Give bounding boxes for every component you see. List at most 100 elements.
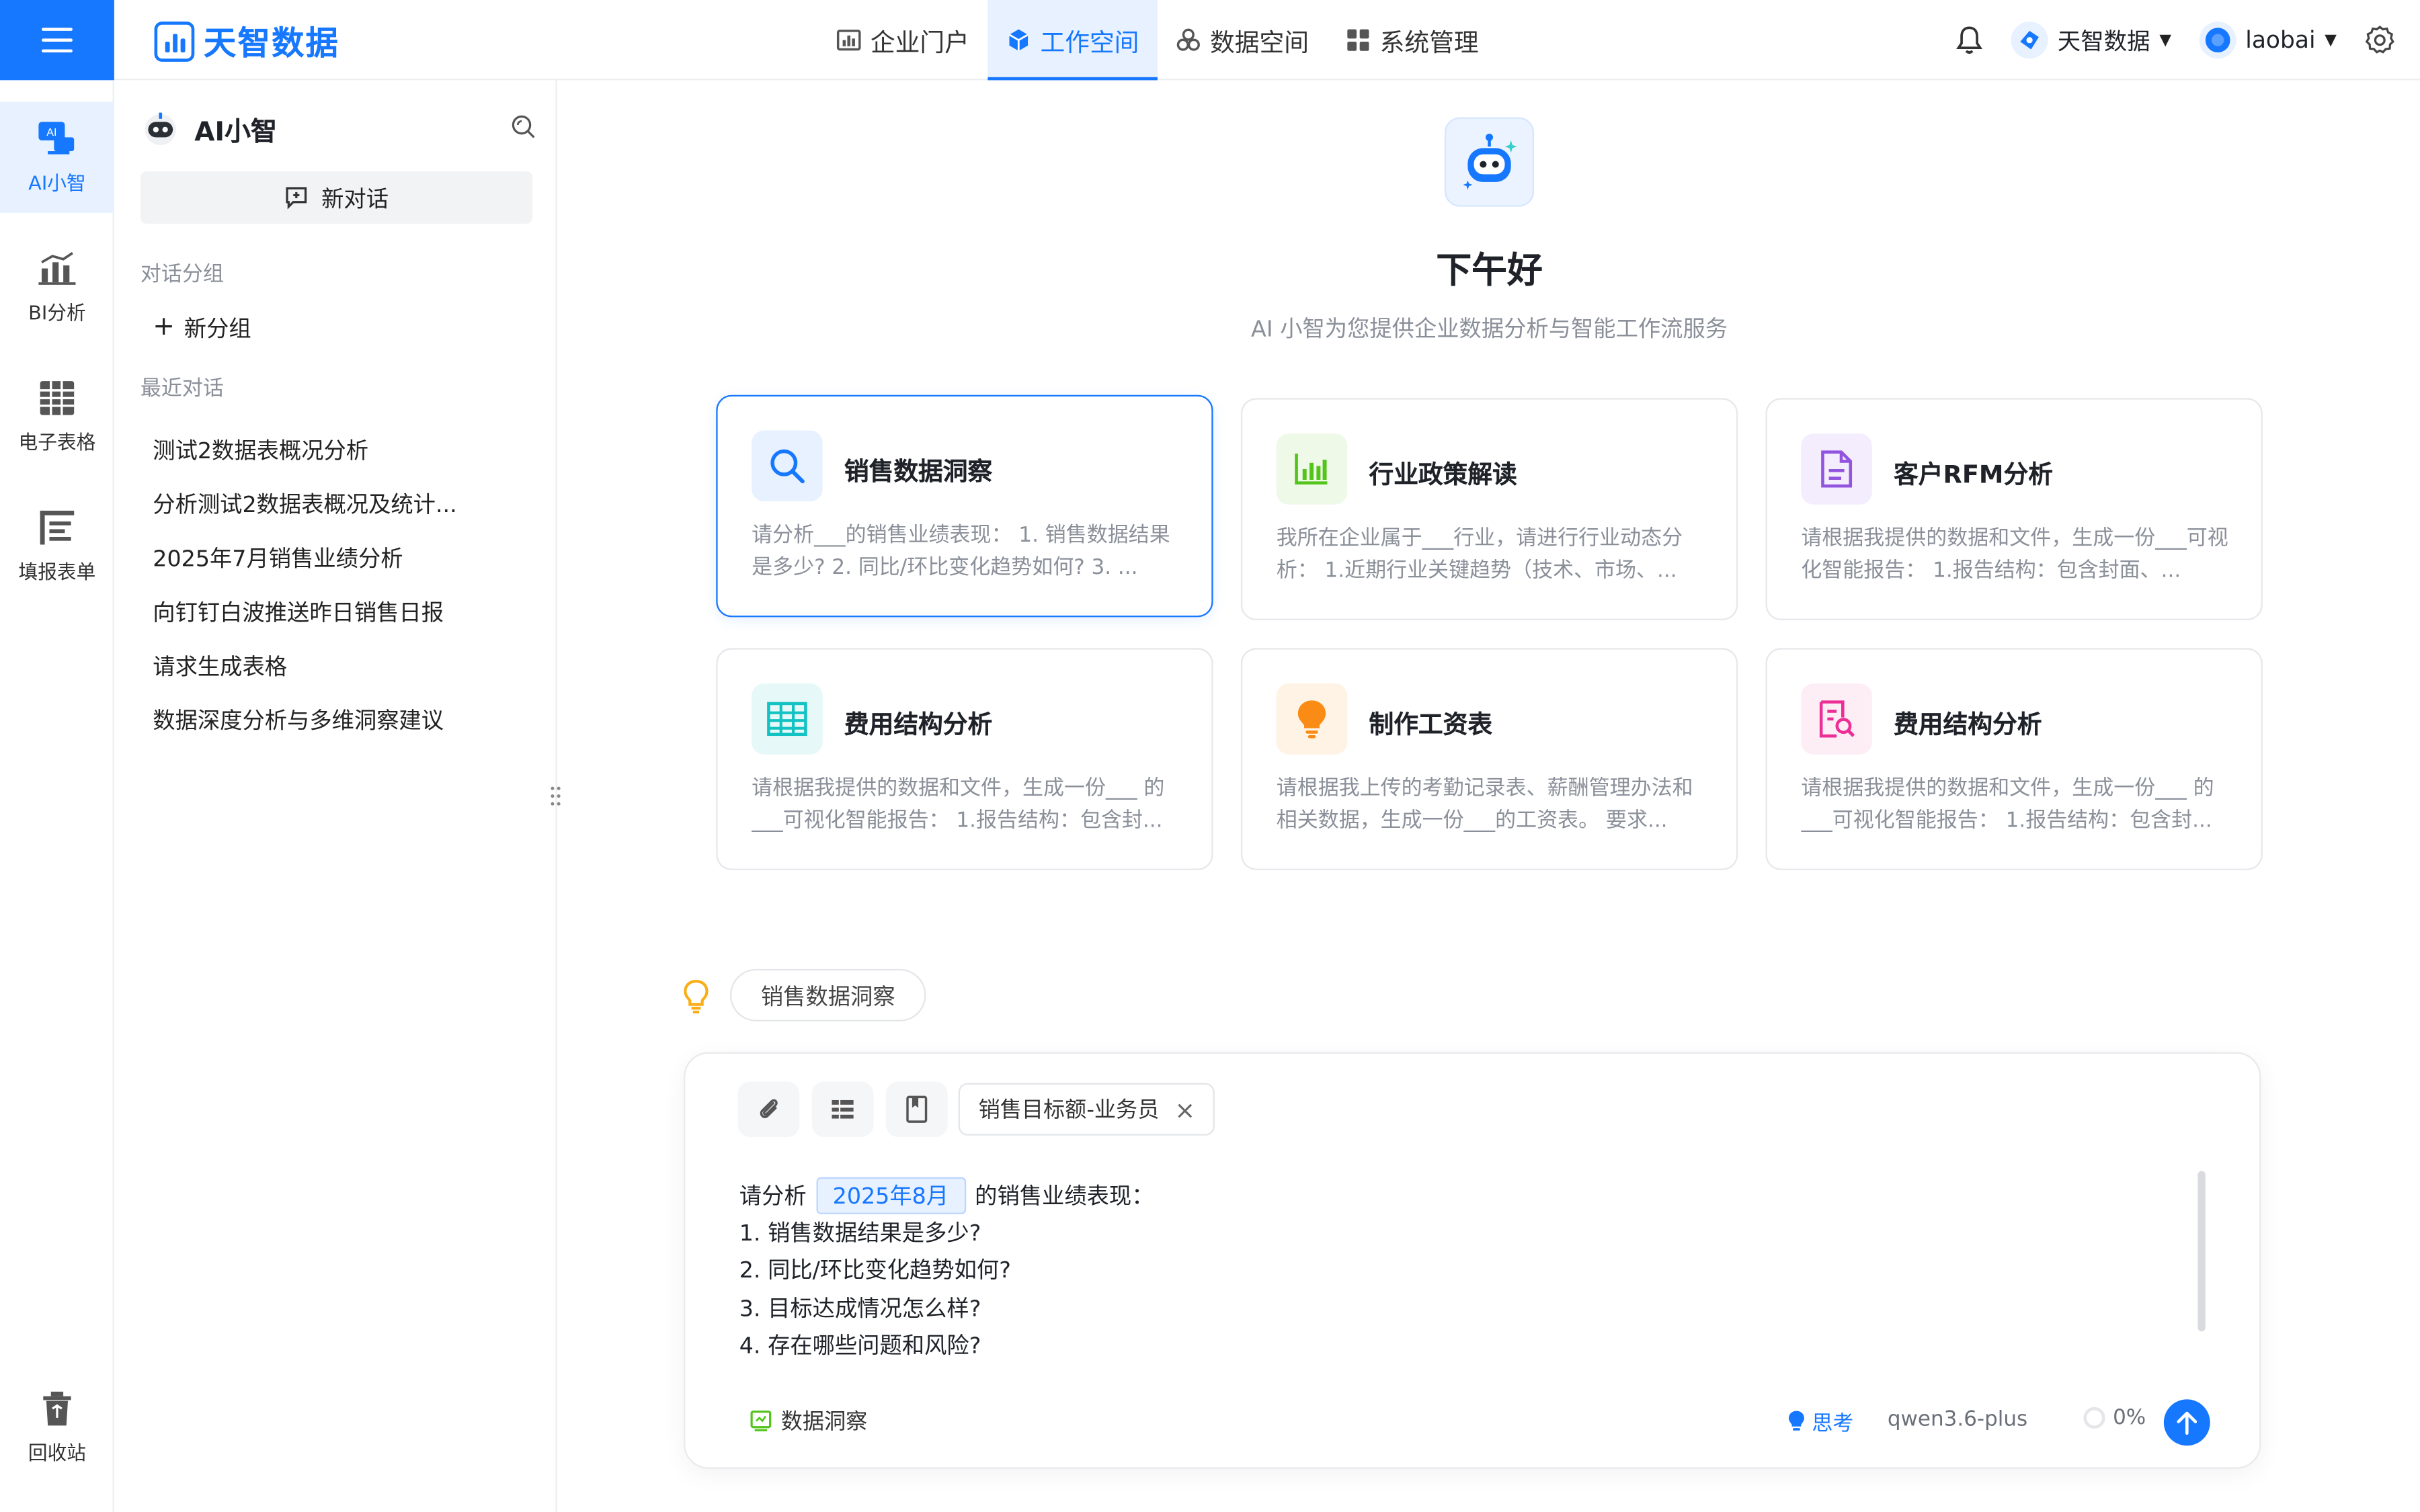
mode-label: 数据洞察 xyxy=(780,1410,868,1435)
nav-tab-dataspace[interactable]: 数据空间 xyxy=(1158,0,1328,80)
groups-heading: 对话分组 xyxy=(140,262,224,288)
card-title: 制作工资表 xyxy=(1369,710,1493,739)
search-icon[interactable] xyxy=(511,114,536,139)
lightbulb-icon xyxy=(1276,683,1348,755)
rail-item-form[interactable]: 填报表单 xyxy=(0,491,114,601)
user-menu[interactable]: laobai ▼ xyxy=(2199,22,2337,59)
prompt-line: 请分析 2025年8月 的销售业绩表现： xyxy=(739,1177,2175,1215)
bar-chart-icon xyxy=(836,30,861,51)
bookmark-book-icon xyxy=(906,1095,928,1123)
prompt-card-rfm[interactable]: 客户RFM分析 请根据我提供的数据和文件，生成一份___可视化智能报告： 1.报… xyxy=(1765,398,2263,620)
logo-mark-icon xyxy=(154,22,195,62)
new-chat-button[interactable]: 新对话 xyxy=(140,171,533,224)
think-toggle[interactable]: 思考 xyxy=(1787,1406,1854,1437)
send-button[interactable] xyxy=(2163,1399,2210,1446)
suggestion-chip[interactable]: 销售数据洞察 xyxy=(729,968,926,1021)
close-icon[interactable]: × xyxy=(1174,1095,1195,1124)
mode-selector[interactable]: 数据洞察 xyxy=(750,1406,867,1437)
selected-dataset-tag: 销售目标额-业务员 × xyxy=(958,1083,1215,1136)
card-description: 请根据我提供的数据和文件，生成一份___ 的___可视化智能报告： 1.报告结构… xyxy=(1801,775,2214,833)
prompt-scrollbar[interactable] xyxy=(2197,1171,2206,1332)
progress-ring-icon xyxy=(2083,1406,2105,1429)
bell-icon[interactable] xyxy=(1955,25,1983,56)
org-name: 天智数据 xyxy=(2057,27,2150,55)
card-description: 请根据我提供的数据和文件，生成一份___可视化智能报告： 1.报告结构：包含封面… xyxy=(1801,526,2228,583)
conversation-list: 测试2数据表概况分析 分析测试2数据表概况及统计... 2025年7月销售业绩分… xyxy=(153,423,523,747)
report-search-icon xyxy=(1801,683,1872,755)
think-label: 思考 xyxy=(1812,1411,1854,1437)
card-title: 客户RFM分析 xyxy=(1894,460,2053,489)
new-group-button[interactable]: + 新分组 xyxy=(153,312,251,344)
conversation-item[interactable]: 数据深度分析与多维洞察建议 xyxy=(153,693,523,747)
prompt-card-payroll[interactable]: 制作工资表 请根据我上传的考勤记录表、薪酬管理办法和相关数据，生成一份___的工… xyxy=(1240,648,1738,870)
rail-item-label: AI小智 xyxy=(28,170,86,194)
form-icon xyxy=(40,509,75,544)
new-chat-icon xyxy=(286,187,307,210)
conversation-item[interactable]: 向钉钉白波推送昨日销售日报 xyxy=(153,585,523,638)
attach-button[interactable] xyxy=(737,1081,800,1138)
prompt-composer: 销售目标额-业务员 × 请分析 2025年8月 的销售业绩表现： 1. 销售数据结果… xyxy=(684,1052,2261,1469)
hamburger-icon xyxy=(41,27,73,52)
search-icon xyxy=(752,430,823,502)
settings-gear-icon[interactable] xyxy=(2364,25,2395,56)
recent-heading: 最近对话 xyxy=(140,376,224,401)
date-slot-token[interactable]: 2025年8月 xyxy=(815,1177,966,1214)
conversation-item[interactable]: 2025年7月销售业绩分析 xyxy=(153,531,523,585)
org-switcher[interactable]: 天智数据 ▼ xyxy=(2011,22,2172,59)
nav-tab-label: 工作空间 xyxy=(1040,28,1139,57)
app-logo[interactable]: 天智数据 xyxy=(154,19,340,65)
nav-tab-system[interactable]: 系统管理 xyxy=(1328,0,1498,80)
top-bar: 天智数据 企业门户 工作空间 数据空间 系统管理 天智数据 ▼ laobai ▼ xyxy=(0,0,2420,81)
prompt-line: 2. 同比/环比变化趋势如何? xyxy=(739,1259,1011,1284)
caret-down-icon: ▼ xyxy=(2325,32,2337,49)
recycle-bin-icon xyxy=(43,1391,71,1426)
nav-tab-portal[interactable]: 企业门户 xyxy=(818,0,988,80)
paperclip-icon xyxy=(760,1099,778,1118)
panel-header: AI小智 xyxy=(142,108,535,149)
model-selector[interactable]: qwen3.6-plus xyxy=(1888,1407,2027,1432)
prompt-card-industry-policy[interactable]: 行业政策解读 我所在企业属于___行业，请进行行业动态分析： 1.近期行业关键趋… xyxy=(1240,398,1738,620)
caret-down-icon: ▼ xyxy=(2159,32,2172,49)
conversation-panel: AI小智 新对话 对话分组 + 新分组 最近对话 测试2数据表概况分析 分析测试… xyxy=(114,80,557,1512)
menu-toggle-button[interactable] xyxy=(0,0,114,80)
datasource-button[interactable] xyxy=(811,1081,874,1138)
robot-icon xyxy=(1463,133,1517,190)
rail-item-recycle-bin[interactable]: 回收站 xyxy=(0,1390,114,1466)
data-insight-icon xyxy=(750,1411,772,1431)
nav-tab-workspace[interactable]: 工作空间 xyxy=(987,0,1158,81)
prompt-card-cost-structure[interactable]: 费用结构分析 请根据我提供的数据和文件，生成一份___ 的___可视化智能报告：… xyxy=(716,648,1213,870)
cube-icon xyxy=(1008,29,1028,51)
bi-chart-icon xyxy=(38,251,76,284)
rail-item-bi[interactable]: BI分析 xyxy=(0,231,114,342)
plus-icon: + xyxy=(153,311,175,343)
conversation-item[interactable]: 测试2数据表概况分析 xyxy=(153,423,523,476)
panel-title: AI小智 xyxy=(194,116,278,148)
bar-chart-icon xyxy=(1276,433,1348,505)
greeting-title: 下午好 xyxy=(1436,251,1543,292)
rail-item-ai-assistant[interactable]: AI AI小智 xyxy=(0,101,114,213)
card-title: 行业政策解读 xyxy=(1369,460,1517,489)
prompt-line: 3. 目标达成情况怎么样? xyxy=(739,1296,981,1322)
logo-text: 天智数据 xyxy=(204,24,340,62)
header-actions: 天智数据 ▼ laobai ▼ xyxy=(1955,0,2395,80)
context-usage-value: 0% xyxy=(2113,1405,2146,1431)
nav-tab-label: 数据空间 xyxy=(1210,28,1309,57)
prompt-line: 1. 销售数据结果是多少? xyxy=(739,1221,981,1246)
bot-avatar xyxy=(1444,117,1535,207)
table-list-icon xyxy=(832,1099,854,1119)
nav-tab-label: 系统管理 xyxy=(1379,28,1479,57)
dataset-tag-label: 销售目标额-业务员 xyxy=(978,1098,1160,1124)
conversation-item[interactable]: 请求生成表格 xyxy=(153,639,523,693)
lightbulb-tip-icon xyxy=(684,980,709,1014)
rail-item-label: 回收站 xyxy=(28,1441,86,1464)
app-rail: AI AI小智 BI分析 电子表格 填报表单 回收站 xyxy=(0,80,114,1512)
rail-item-spreadsheet[interactable]: 电子表格 xyxy=(0,361,114,472)
robot-avatar-icon xyxy=(145,112,176,145)
knowledge-button[interactable] xyxy=(885,1081,948,1138)
ai-assistant-icon: AI xyxy=(38,121,75,154)
prompt-card-sales-insight[interactable]: 销售数据洞察 请分析___的销售业绩表现： 1. 销售数据结果是多少? 2. 同… xyxy=(716,394,1213,618)
conversation-item[interactable]: 分析测试2数据表概况及统计... xyxy=(153,476,523,530)
context-usage: 0% xyxy=(2083,1405,2146,1431)
prompt-card-cost-structure-2[interactable]: 费用结构分析 请根据我提供的数据和文件，生成一份___ 的___可视化智能报告：… xyxy=(1765,648,2263,870)
prompt-text[interactable]: 请分析 2025年8月 的销售业绩表现： 1. 销售数据结果是多少? 2. 同比/环… xyxy=(739,1177,2175,1366)
